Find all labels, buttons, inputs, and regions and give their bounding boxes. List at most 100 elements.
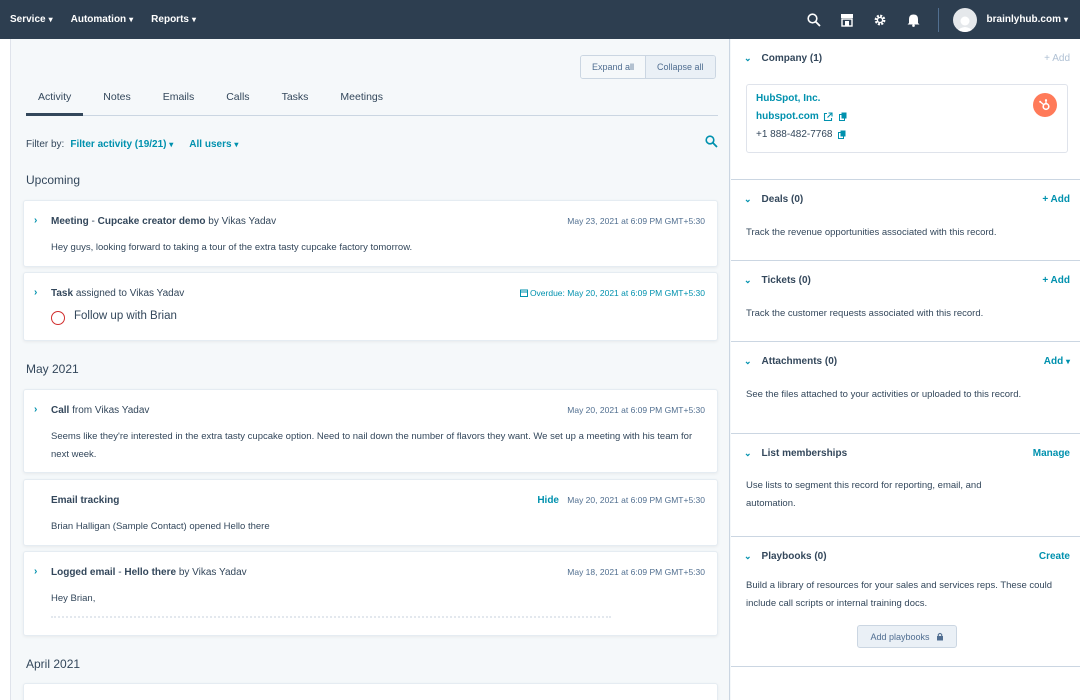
activity-date: May 20, 2021 at 6:09 PM GMT+5:30 xyxy=(567,495,705,505)
tab-tasks[interactable]: Tasks xyxy=(270,85,321,116)
account-menu[interactable]: brainlyhub.com ▾ xyxy=(952,7,1068,32)
add-ticket-button[interactable]: + Add xyxy=(1042,275,1070,286)
section-description: See the files attached to your activitie… xyxy=(746,389,1022,400)
left-panel-edge xyxy=(0,39,11,700)
activity-title[interactable]: Logged email - Hello there by Vikas Yada… xyxy=(51,567,247,578)
bell-icon[interactable] xyxy=(897,0,930,39)
activity-author: by Vikas Yadav xyxy=(208,216,277,227)
section-heading-upcoming: Upcoming xyxy=(26,173,81,187)
activity-assignee: assigned to Vikas Yadav xyxy=(75,288,185,299)
task-text: Follow up with Brian xyxy=(74,310,177,322)
chevron-down-icon: ▾ xyxy=(129,15,134,24)
search-icon[interactable] xyxy=(705,135,718,151)
filter-activity-dropdown[interactable]: Filter activity (19/21) ▾ xyxy=(70,139,173,150)
section-header[interactable]: ⌄ Attachments (0) xyxy=(744,356,837,367)
task-complete-checkbox[interactable] xyxy=(51,311,65,325)
tab-emails[interactable]: Emails xyxy=(151,85,207,116)
section-header[interactable]: ⌄ Company (1) xyxy=(744,53,822,64)
chevron-down-icon: ▾ xyxy=(191,15,196,24)
marketplace-icon[interactable] xyxy=(831,0,864,39)
section-title: Tickets (0) xyxy=(761,275,811,286)
activity-type: Call xyxy=(51,405,70,416)
add-company-button[interactable]: + Add xyxy=(1044,53,1070,64)
manage-lists-button[interactable]: Manage xyxy=(1033,448,1070,459)
add-playbooks-label: Add playbooks xyxy=(870,631,930,642)
tickets-section: ⌄ Tickets (0) + Add Track the customer re… xyxy=(731,261,1080,342)
section-header[interactable]: ⌄ List memberships xyxy=(744,448,847,459)
chevron-down-icon: ⌄ xyxy=(744,275,752,285)
tab-activity[interactable]: Activity xyxy=(26,85,84,116)
nav-menu-reports[interactable]: Reports ▾ xyxy=(151,14,196,25)
activity-body: Hey guys, looking forward to taking a to… xyxy=(51,242,413,253)
add-playbooks-button[interactable]: Add playbooks xyxy=(857,625,957,648)
section-heading-april-2021: April 2021 xyxy=(26,657,81,671)
chevron-down-icon: ⌄ xyxy=(744,551,752,561)
copy-icon[interactable] xyxy=(838,112,847,121)
activity-date: May 18, 2021 at 6:09 PM GMT+5:30 xyxy=(567,567,705,577)
activity-card-logged-email: › Logged email - Hello there by Vikas Ya… xyxy=(23,551,718,636)
chevron-down-icon: ⌄ xyxy=(744,194,752,204)
activity-title: Email tracking xyxy=(51,495,119,506)
section-title: Deals (0) xyxy=(761,194,804,205)
activity-date: May 20, 2021 at 6:09 PM GMT+5:30 xyxy=(567,405,705,415)
activity-tabs: Activity Notes Emails Calls Tasks Meetin… xyxy=(26,85,718,116)
company-domain-link[interactable]: hubspot.com xyxy=(756,111,847,122)
activity-subject: Cupcake creator demo xyxy=(97,216,206,227)
add-deal-button[interactable]: + Add xyxy=(1042,194,1070,205)
expand-chevron-icon[interactable]: › xyxy=(34,287,37,298)
expand-chevron-icon[interactable]: › xyxy=(34,404,37,415)
company-name-link[interactable]: HubSpot, Inc. xyxy=(756,93,820,104)
faded-preview-text xyxy=(51,616,611,620)
activity-card-call: › Call from Vikas Yadav May 20, 2021 at … xyxy=(23,389,718,473)
gear-icon[interactable] xyxy=(864,0,897,39)
expand-chevron-icon[interactable]: › xyxy=(34,566,37,577)
activity-body: Hey Brian, xyxy=(51,593,96,604)
activity-title[interactable]: Call from Vikas Yadav xyxy=(51,405,149,416)
nav-menu-automation[interactable]: Automation ▾ xyxy=(71,14,134,25)
top-navigation: Service ▾ Automation ▾ Reports ▾ brainlyhub… xyxy=(0,0,1080,39)
section-title: List memberships xyxy=(761,448,848,459)
activity-type: Email tracking xyxy=(51,495,120,506)
search-icon[interactable] xyxy=(798,0,831,39)
section-description: Track the revenue opportunities associat… xyxy=(746,227,997,238)
section-header[interactable]: ⌄ Playbooks (0) xyxy=(744,551,827,562)
chevron-down-icon: ⌄ xyxy=(744,356,752,366)
section-header[interactable]: ⌄ Tickets (0) xyxy=(744,275,811,286)
section-heading-may-2021: May 2021 xyxy=(26,362,79,376)
nav-menu-label: Reports xyxy=(151,14,189,25)
overdue-date: Overdue: May 20, 2021 at 6:09 PM GMT+5:3… xyxy=(519,288,705,298)
tab-notes[interactable]: Notes xyxy=(91,85,142,116)
section-header[interactable]: ⌄ Deals (0) xyxy=(744,194,803,205)
activity-card-partial xyxy=(23,683,718,700)
nav-menu-service[interactable]: Service ▾ xyxy=(10,14,53,25)
filter-bar: Filter by: Filter activity (19/21) ▾ All… xyxy=(26,135,718,152)
activity-timeline: Expand all Collapse all Activity Notes E… xyxy=(12,39,730,700)
add-attachment-dropdown[interactable]: Add ▾ xyxy=(1044,356,1070,367)
expand-chevron-icon[interactable]: › xyxy=(34,215,37,226)
tab-meetings[interactable]: Meetings xyxy=(328,85,395,116)
company-card: HubSpot, Inc. hubspot.com +1 888-482-776… xyxy=(746,84,1068,153)
activity-subject: Hello there xyxy=(124,567,177,578)
section-description: Use lists to segment this record for rep… xyxy=(746,480,982,509)
expand-all-button[interactable]: Expand all xyxy=(581,56,646,78)
deals-section: ⌄ Deals (0) + Add Track the revenue oppor… xyxy=(731,180,1080,261)
tab-calls[interactable]: Calls xyxy=(214,85,261,116)
section-title: Company (1) xyxy=(761,53,823,64)
collapse-all-button[interactable]: Collapse all xyxy=(645,56,715,78)
chevron-down-icon: ▾ xyxy=(1065,357,1070,366)
company-domain: hubspot.com xyxy=(756,111,819,122)
section-title: Attachments (0) xyxy=(761,356,838,367)
section-title: Playbooks (0) xyxy=(761,551,827,562)
activity-title[interactable]: Meeting - Cupcake creator demo by Vikas … xyxy=(51,216,276,227)
hide-button[interactable]: Hide xyxy=(537,495,559,506)
company-phone-number: +1 888-482-7768 xyxy=(756,129,833,140)
copy-icon[interactable] xyxy=(838,130,846,139)
activity-type: Meeting xyxy=(51,216,89,227)
filter-users-dropdown[interactable]: All users ▾ xyxy=(189,139,238,150)
create-playbook-button[interactable]: Create xyxy=(1039,551,1070,562)
activity-title[interactable]: Task assigned to Vikas Yadav xyxy=(51,288,184,299)
chevron-down-icon: ▾ xyxy=(48,15,53,24)
calendar-icon xyxy=(519,289,528,297)
nav-menu-label: Automation xyxy=(70,14,127,25)
activity-date: May 23, 2021 at 6:09 PM GMT+5:30 xyxy=(567,216,705,226)
